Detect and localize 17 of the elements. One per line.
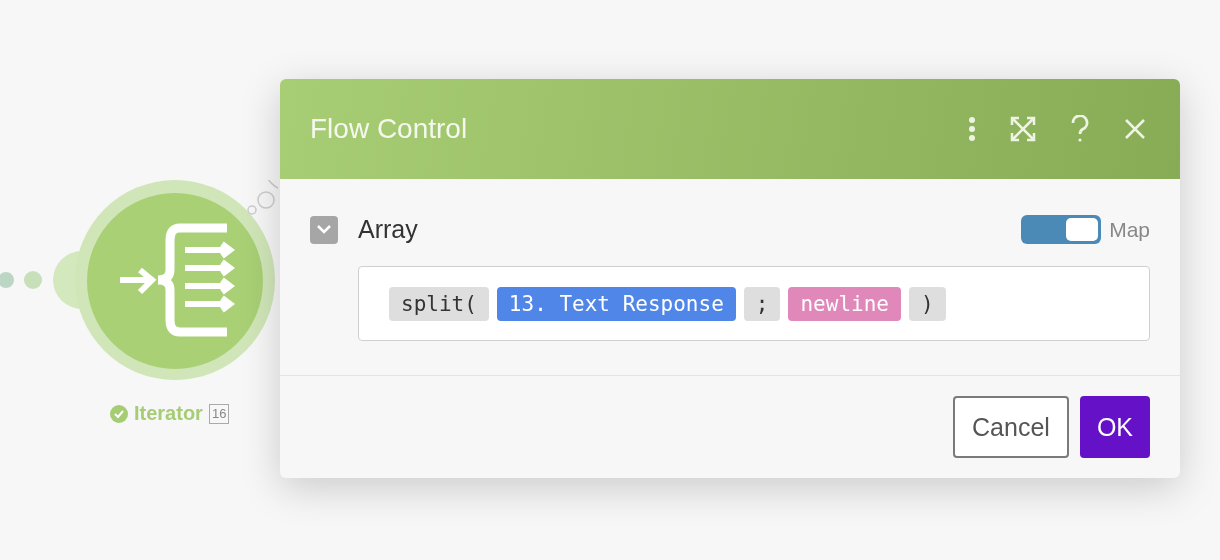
function-pill: ) <box>908 286 946 321</box>
module-label: Iterator <box>134 402 203 425</box>
field-label: Array <box>358 215 419 244</box>
formula-field[interactable]: split( 13. Text Response ; newline ) <box>358 266 1150 341</box>
function-pill: split( <box>389 286 489 321</box>
variable-pill: 13. Text Response <box>496 286 736 321</box>
map-label: Map <box>1109 217 1150 242</box>
collapse-toggle[interactable] <box>310 215 338 244</box>
function-pill: ; <box>743 286 781 321</box>
operation-count: 16 <box>208 403 230 424</box>
cancel-button[interactable]: Cancel <box>953 396 1069 458</box>
check-circle-icon <box>110 404 128 423</box>
chevron-down-icon <box>317 225 331 234</box>
map-toggle[interactable] <box>1021 215 1102 244</box>
keyword-pill: newline <box>788 286 901 321</box>
ok-button[interactable]: OK <box>1079 396 1150 458</box>
dialog-title: Flow Control <box>310 113 469 145</box>
